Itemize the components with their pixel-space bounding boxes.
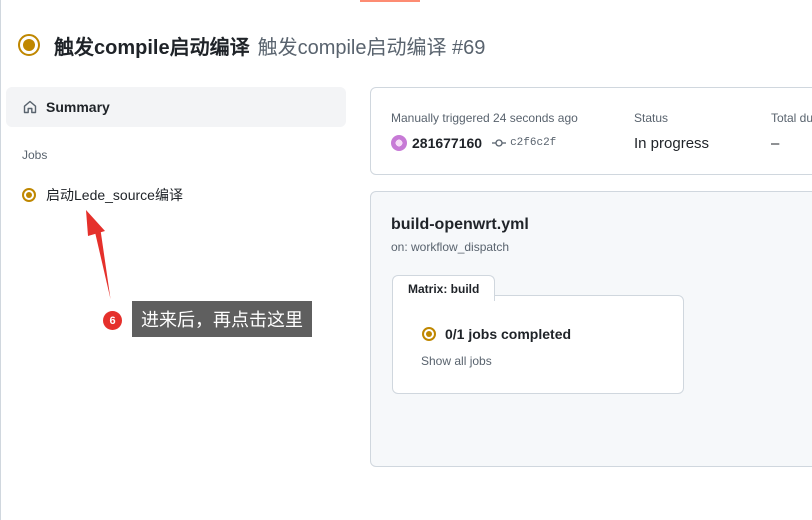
status-label: Status	[634, 111, 669, 125]
page-header: 触发compile启动编译 触发compile启动编译 #69	[18, 30, 485, 60]
jobs-completed-text: 0/1 jobs completed	[445, 326, 572, 342]
sidebar-job-item[interactable]: 启动Lede_source编译	[22, 185, 183, 205]
job-label: 启动Lede_source编译	[46, 187, 183, 203]
status-value: In progress	[634, 135, 710, 152]
workflow-file-name: build-openwrt.yml	[391, 216, 529, 233]
trigger-text: Manually triggered 24 seconds ago	[391, 111, 578, 125]
actor-commit-row: 281677160 c2f6c2f	[391, 135, 556, 151]
workflow-trigger: on: workflow_dispatch	[391, 240, 510, 254]
annotation-tooltip: 进来后，再点击这里	[132, 301, 312, 337]
workflow-graph-panel: build-openwrt.yml on: workflow_dispatch …	[370, 191, 812, 467]
show-all-jobs-link[interactable]: Show all jobs	[421, 354, 492, 368]
workflow-title: 触发compile启动编译	[54, 36, 250, 59]
commit-sha-link[interactable]: c2f6c2f	[510, 137, 556, 149]
step-number-badge: 6	[103, 311, 122, 330]
avatar[interactable]	[391, 135, 407, 151]
run-title: 触发compile启动编译 #69	[257, 36, 486, 59]
matrix-job-card: 0/1 jobs completed Show all jobs	[392, 295, 684, 394]
jobs-heading: Jobs	[22, 148, 48, 162]
in-progress-icon	[422, 327, 436, 341]
top-nav-underline	[360, 0, 420, 2]
sidebar-item-summary[interactable]: Summary	[6, 87, 346, 127]
actor-link[interactable]: 281677160	[412, 135, 482, 151]
in-progress-icon	[18, 34, 40, 56]
in-progress-icon	[22, 188, 36, 202]
home-icon	[23, 100, 37, 114]
commit-icon	[492, 139, 507, 147]
duration-label: Total duration	[771, 111, 812, 125]
matrix-tab: Matrix: build	[392, 275, 496, 301]
window-left-border	[0, 0, 1, 520]
duration-value: –	[771, 135, 780, 152]
sidebar-item-label: Summary	[46, 99, 110, 115]
run-info-card: Manually triggered 24 seconds ago 281677…	[370, 87, 812, 175]
jobs-progress-row[interactable]: 0/1 jobs completed	[422, 326, 571, 342]
